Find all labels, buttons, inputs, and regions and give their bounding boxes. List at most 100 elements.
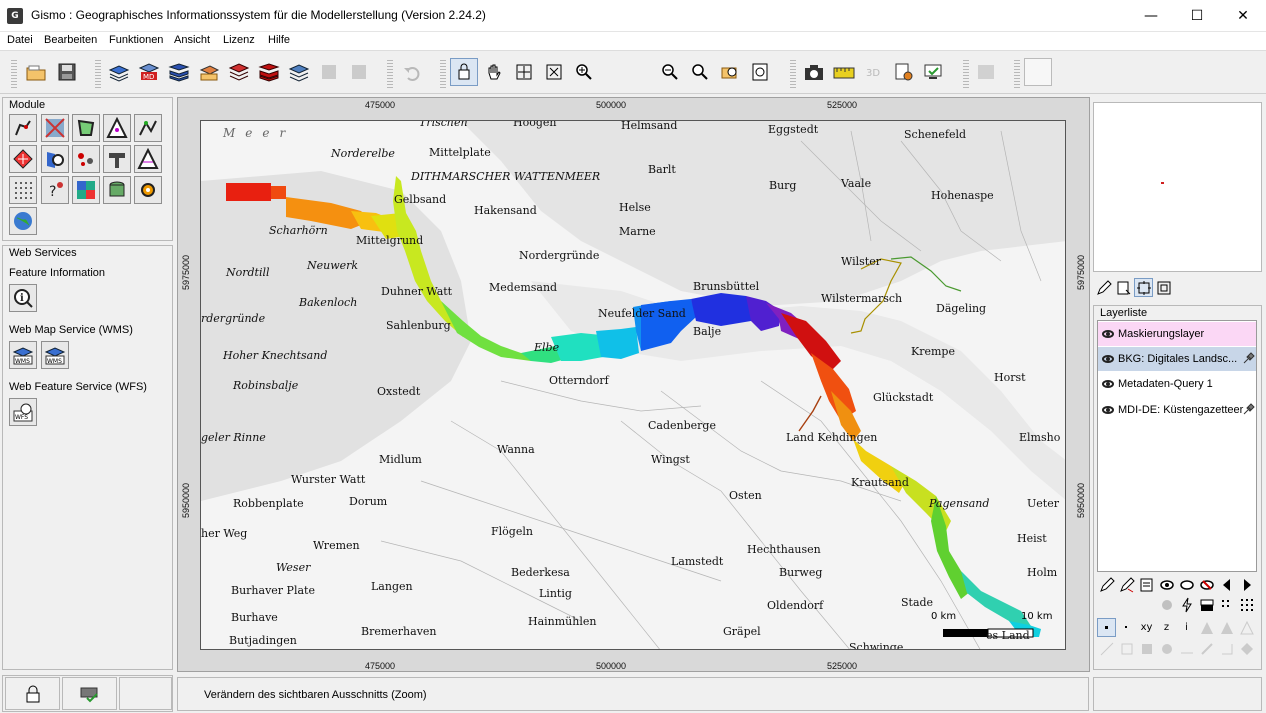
layer-red-icon[interactable]	[225, 58, 253, 86]
blank-tool-button[interactable]	[1024, 58, 1052, 86]
layer-row-gazetteer[interactable]: MDI-DE: Küstengazetteer	[1098, 398, 1256, 422]
save-icon[interactable]	[53, 58, 81, 86]
shape-disabled-icon[interactable]	[1117, 639, 1136, 658]
module-tool-icon[interactable]	[103, 145, 131, 173]
overview-map[interactable]	[1093, 102, 1262, 272]
module-points-icon[interactable]	[72, 145, 100, 173]
menu-hilfe[interactable]: Hilfe	[268, 34, 290, 46]
layer-properties-icon[interactable]	[1137, 575, 1156, 594]
shape-disabled-icon[interactable]	[1157, 639, 1176, 658]
module-dot-grid-icon[interactable]	[9, 176, 37, 204]
layer-move-right-icon[interactable]	[1237, 575, 1256, 594]
layer-flash-icon[interactable]	[1177, 595, 1196, 614]
toolbar-grip[interactable]	[790, 58, 796, 88]
layer-edit-remove-icon[interactable]	[1117, 575, 1136, 594]
menu-datei[interactable]: Datei	[7, 34, 33, 46]
layer-table-icon[interactable]	[1197, 595, 1216, 614]
shape-disabled-icon[interactable]	[1217, 618, 1236, 637]
toolbar-grip[interactable]	[95, 58, 101, 88]
menu-bearbeiten[interactable]: Bearbeiten	[44, 34, 97, 46]
toolbar-grip[interactable]	[11, 58, 17, 88]
layer-edit-icon[interactable]	[1097, 575, 1116, 594]
layer-visibility-icon[interactable]	[1157, 575, 1176, 594]
shape-disabled-icon[interactable]	[1197, 618, 1216, 637]
point-small-icon[interactable]	[1117, 618, 1136, 637]
crs-disabled-icon[interactable]	[972, 58, 1000, 86]
shape-disabled-icon[interactable]	[1097, 639, 1116, 658]
module-polygon-icon[interactable]	[72, 114, 100, 142]
menu-lizenz[interactable]: Lizenz	[223, 34, 255, 46]
toolbar-grip[interactable]	[387, 58, 393, 88]
feature-info-icon[interactable]: i	[9, 284, 37, 312]
module-raster-icon[interactable]	[72, 176, 100, 204]
layer-row-masking[interactable]: Maskierungslayer	[1098, 322, 1256, 346]
close-button[interactable]: ✕	[1220, 0, 1266, 31]
shape-disabled-icon[interactable]	[1217, 639, 1236, 658]
toolbar-grip[interactable]	[440, 58, 446, 88]
zoom-selection-icon[interactable]	[716, 58, 744, 86]
settings-document-icon[interactable]	[890, 58, 918, 86]
camera-icon[interactable]	[800, 58, 828, 86]
map-svg[interactable]: 0 km 10 km Trischen Hoogen Helmsand Eggs…	[201, 121, 1066, 650]
layer-remove-icon[interactable]	[1197, 575, 1216, 594]
toolbar-grip[interactable]	[963, 58, 969, 88]
map-canvas[interactable]: 0 km 10 km Trischen Hoogen Helmsand Eggs…	[200, 120, 1066, 650]
point-z-icon[interactable]: z	[1157, 618, 1176, 637]
shape-disabled-icon[interactable]	[1237, 639, 1256, 658]
point-info-icon[interactable]: i	[1177, 618, 1196, 637]
pan-hand-icon[interactable]	[480, 58, 508, 86]
shape-disabled-icon[interactable]	[1237, 618, 1256, 637]
layer-red-stack-icon[interactable]	[255, 58, 283, 86]
layer-stack-icon[interactable]	[165, 58, 193, 86]
module-globe-icon[interactable]	[9, 207, 37, 235]
layer-disabled-circle-icon[interactable]	[1157, 595, 1176, 614]
layer-grid-icon[interactable]	[285, 58, 313, 86]
maximize-button[interactable]: ☐	[1174, 0, 1220, 31]
module-triangle-icon[interactable]	[103, 114, 131, 142]
module-database-icon[interactable]	[103, 176, 131, 204]
eye-icon[interactable]	[1102, 406, 1114, 414]
zoom-out-icon[interactable]	[656, 58, 684, 86]
ruler-icon[interactable]	[830, 58, 858, 86]
3d-view-icon[interactable]: 3D	[860, 58, 888, 86]
point-mode-icon[interactable]	[1097, 618, 1116, 637]
overview-fit-icon[interactable]	[1154, 278, 1173, 297]
zoom-page-icon[interactable]	[746, 58, 774, 86]
overview-edit-icon[interactable]	[1094, 278, 1113, 297]
undo-icon[interactable]	[398, 58, 426, 86]
shape-disabled-icon[interactable]	[1197, 639, 1216, 658]
shape-disabled-icon[interactable]	[1177, 639, 1196, 658]
lock-status-icon[interactable]	[5, 677, 60, 710]
module-edit-icon[interactable]	[9, 114, 37, 142]
module-line-icon[interactable]	[134, 114, 162, 142]
point-xy-icon[interactable]: xy	[1137, 618, 1156, 637]
zoom-in-icon[interactable]	[570, 58, 598, 86]
menu-funktionen[interactable]: Funktionen	[109, 34, 163, 46]
shape-disabled-icon[interactable]	[1137, 639, 1156, 658]
layer-row-metadata[interactable]: Metadaten-Query 1	[1098, 372, 1256, 396]
zoom-previous-icon[interactable]	[686, 58, 714, 86]
print-disabled-icon[interactable]	[315, 58, 343, 86]
layer-move-left-icon[interactable]	[1217, 575, 1236, 594]
task-done-icon[interactable]	[62, 677, 117, 710]
eye-icon[interactable]	[1102, 330, 1114, 338]
module-gear-icon[interactable]	[134, 176, 162, 204]
overview-properties-icon[interactable]	[1114, 278, 1133, 297]
module-query-icon[interactable]: ?	[41, 176, 69, 204]
layer-md-icon[interactable]: MD	[135, 58, 163, 86]
layer-blue-icon[interactable]	[105, 58, 133, 86]
export-disabled-icon[interactable]	[345, 58, 373, 86]
eye-icon[interactable]	[1102, 355, 1114, 363]
module-triangle-mesh-icon[interactable]	[134, 145, 162, 173]
module-zoom-map-icon[interactable]	[41, 145, 69, 173]
module-grid-map-icon[interactable]	[41, 114, 69, 142]
zoom-full-icon[interactable]	[540, 58, 568, 86]
layer-visibility-toggle-icon[interactable]	[1177, 575, 1196, 594]
layer-row-bkg[interactable]: BKG: Digitales Landsc...	[1098, 347, 1256, 371]
zoom-extent-icon[interactable]	[510, 58, 538, 86]
eye-icon[interactable]	[1102, 380, 1114, 388]
wfs-add-icon[interactable]: WFS	[9, 398, 37, 426]
layer-grid-icon[interactable]	[1217, 595, 1236, 614]
overview-frame-icon[interactable]	[1134, 278, 1153, 297]
monitor-check-icon[interactable]	[920, 58, 948, 86]
